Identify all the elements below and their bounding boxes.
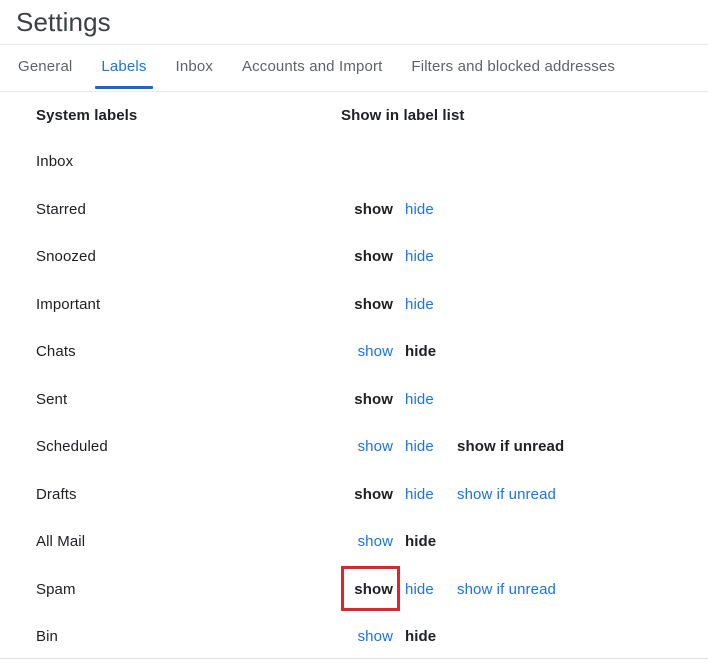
label-name-sent: Sent	[36, 390, 68, 408]
table-row: Sent show hide	[0, 376, 708, 424]
table-row: Important show hide	[0, 281, 708, 329]
spam-unread-option[interactable]: show if unread	[457, 566, 556, 614]
spam-show-option: show	[354, 580, 393, 598]
label-name-important: Important	[36, 295, 101, 313]
drafts-show-option: show	[354, 485, 393, 503]
scheduled-hide-option[interactable]: hide	[405, 423, 434, 471]
page-title: Settings	[16, 7, 111, 37]
starred-hide-option[interactable]: hide	[405, 186, 434, 234]
table-row: Snoozed show hide	[0, 233, 708, 281]
table-row: Spam show hide show if unread	[0, 566, 708, 614]
label-name-snoozed: Snoozed	[36, 248, 96, 266]
important-show-option: show	[354, 295, 393, 313]
label-name-starred: Starred	[36, 200, 86, 218]
system-labels-table: System labels Show in label list Inbox St…	[0, 92, 708, 661]
table-row: Inbox	[0, 138, 708, 186]
table-row: Drafts show hide show if unread	[0, 471, 708, 519]
label-name-scheduled: Scheduled	[36, 438, 108, 456]
scheduled-show-option[interactable]: show	[341, 423, 393, 471]
table-row: Scheduled show hide show if unread	[0, 423, 708, 471]
bin-hide-option: hide	[405, 628, 437, 645]
table-row: Bin show hide	[0, 613, 708, 661]
important-hide-option[interactable]: hide	[405, 281, 434, 329]
table-header-row: System labels Show in label list	[0, 92, 708, 138]
settings-tab-bar: General Labels Inbox Accounts and Import Fil…	[0, 45, 708, 92]
table-row: All Mail show hide	[0, 518, 708, 566]
tab-inbox[interactable]: Inbox	[176, 45, 213, 89]
snoozed-hide-option[interactable]: hide	[405, 233, 434, 281]
label-name-bin: Bin	[36, 628, 58, 646]
tab-accounts-and-import[interactable]: Accounts and Import	[242, 45, 382, 89]
chats-show-option[interactable]: show	[341, 328, 393, 376]
all-mail-hide-option: hide	[405, 533, 437, 550]
tab-general[interactable]: General	[18, 45, 72, 89]
label-name-inbox: Inbox	[36, 153, 74, 171]
snoozed-show-option: show	[354, 248, 393, 265]
all-mail-show-option[interactable]: show	[341, 518, 393, 566]
label-name-chats: Chats	[36, 343, 76, 361]
column-header-system-labels: System labels	[36, 106, 138, 124]
bin-show-option[interactable]: show	[341, 613, 393, 661]
column-header-show-in-label-list: Show in label list	[341, 106, 465, 124]
table-row: Starred show hide	[0, 186, 708, 234]
sent-hide-option[interactable]: hide	[405, 376, 434, 424]
table-row: Chats show hide	[0, 328, 708, 376]
bottom-divider	[0, 658, 708, 659]
label-name-all-mail: All Mail	[36, 533, 86, 551]
drafts-hide-option[interactable]: hide	[405, 471, 434, 519]
label-name-spam: Spam	[36, 580, 76, 598]
tab-labels[interactable]: Labels	[95, 45, 153, 89]
drafts-unread-option[interactable]: show if unread	[457, 471, 556, 519]
scheduled-unread-option: show if unread	[457, 438, 565, 455]
starred-show-option: show	[354, 200, 393, 218]
spam-hide-option[interactable]: hide	[405, 566, 434, 614]
sent-show-option: show	[354, 390, 393, 408]
chats-hide-option: hide	[405, 343, 437, 360]
label-name-drafts: Drafts	[36, 485, 77, 503]
tab-filters-and-blocked-addresses[interactable]: Filters and blocked addresses	[411, 45, 615, 89]
